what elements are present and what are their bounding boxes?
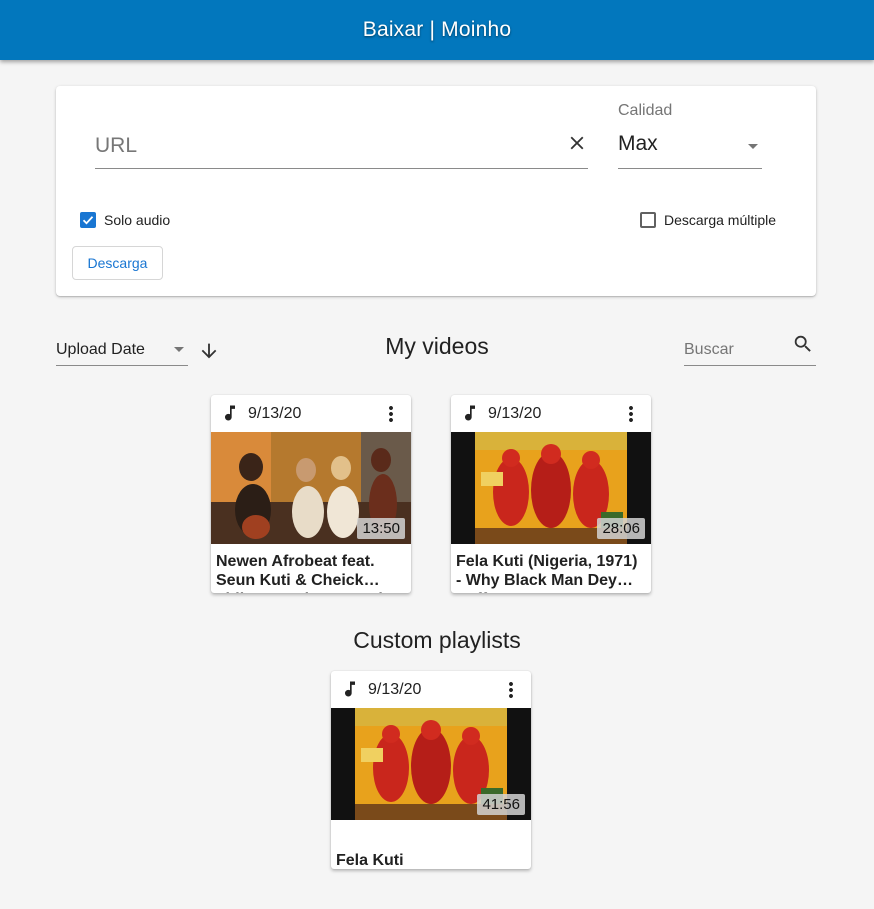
playlist-card: 9/13/20 41:56 Fela Kuti (331, 671, 531, 869)
card-header: 9/13/20 (331, 671, 531, 708)
music-note-icon (225, 405, 235, 421)
video-date: 9/13/20 (248, 405, 302, 422)
search-input[interactable] (684, 340, 784, 360)
multi-download-label: Descarga múltiple (664, 212, 777, 228)
search-icon[interactable] (792, 333, 814, 355)
video-card: 9/13/20 13:50 Newen Afrobeat feat. Seun … (211, 395, 411, 593)
video-duration: 28:06 (597, 518, 645, 539)
quality-select[interactable]: Max (618, 124, 762, 169)
music-note-icon (465, 405, 475, 421)
audio-only-label: Solo audio (104, 212, 171, 228)
music-note-icon (345, 681, 355, 697)
download-button[interactable]: Descarga (72, 246, 163, 280)
playlist-date: 9/13/20 (368, 681, 422, 698)
app-toolbar: Baixar | Moinho (0, 0, 874, 60)
more-vert-icon[interactable] (379, 402, 403, 426)
video-title[interactable]: Fela Kuti (Nigeria, 1971) - Why Black Ma… (451, 544, 651, 593)
video-date: 9/13/20 (488, 405, 542, 422)
playlist-title[interactable]: Fela Kuti (331, 820, 531, 869)
video-card: 9/13/20 28:06 Fela Kuti (Nigeria, 1971) … (451, 395, 651, 593)
custom-playlists-title: Custom playlists (353, 627, 521, 653)
card-header: 9/13/20 (451, 395, 651, 432)
multi-download-checkbox[interactable]: Descarga múltiple (640, 212, 776, 228)
more-vert-icon[interactable] (619, 402, 643, 426)
checkbox-unchecked-icon (640, 212, 656, 228)
app-title: Baixar | Moinho (362, 18, 512, 41)
quality-label: Calidad (618, 102, 673, 119)
video-duration: 13:50 (357, 518, 405, 539)
quality-value: Max (618, 132, 658, 155)
video-title[interactable]: Newen Afrobeat feat. Seun Kuti & Cheick … (211, 544, 411, 593)
playlist-thumbnail[interactable]: 41:56 (331, 708, 531, 820)
url-field (95, 124, 588, 169)
playlist-duration: 41:56 (477, 794, 525, 815)
clear-icon[interactable] (566, 132, 588, 154)
url-input[interactable] (95, 132, 545, 160)
card-header: 9/13/20 (211, 395, 411, 432)
search-field (684, 332, 816, 366)
download-form-card: Calidad Max Solo audio Descarga múltiple… (56, 86, 816, 296)
more-vert-icon[interactable] (499, 678, 523, 702)
video-thumbnail[interactable]: 13:50 (211, 432, 411, 544)
video-thumbnail[interactable]: 28:06 (451, 432, 651, 544)
dropdown-arrow-icon (748, 144, 758, 149)
checkbox-checked-icon (80, 212, 96, 228)
audio-only-checkbox[interactable]: Solo audio (80, 212, 170, 228)
